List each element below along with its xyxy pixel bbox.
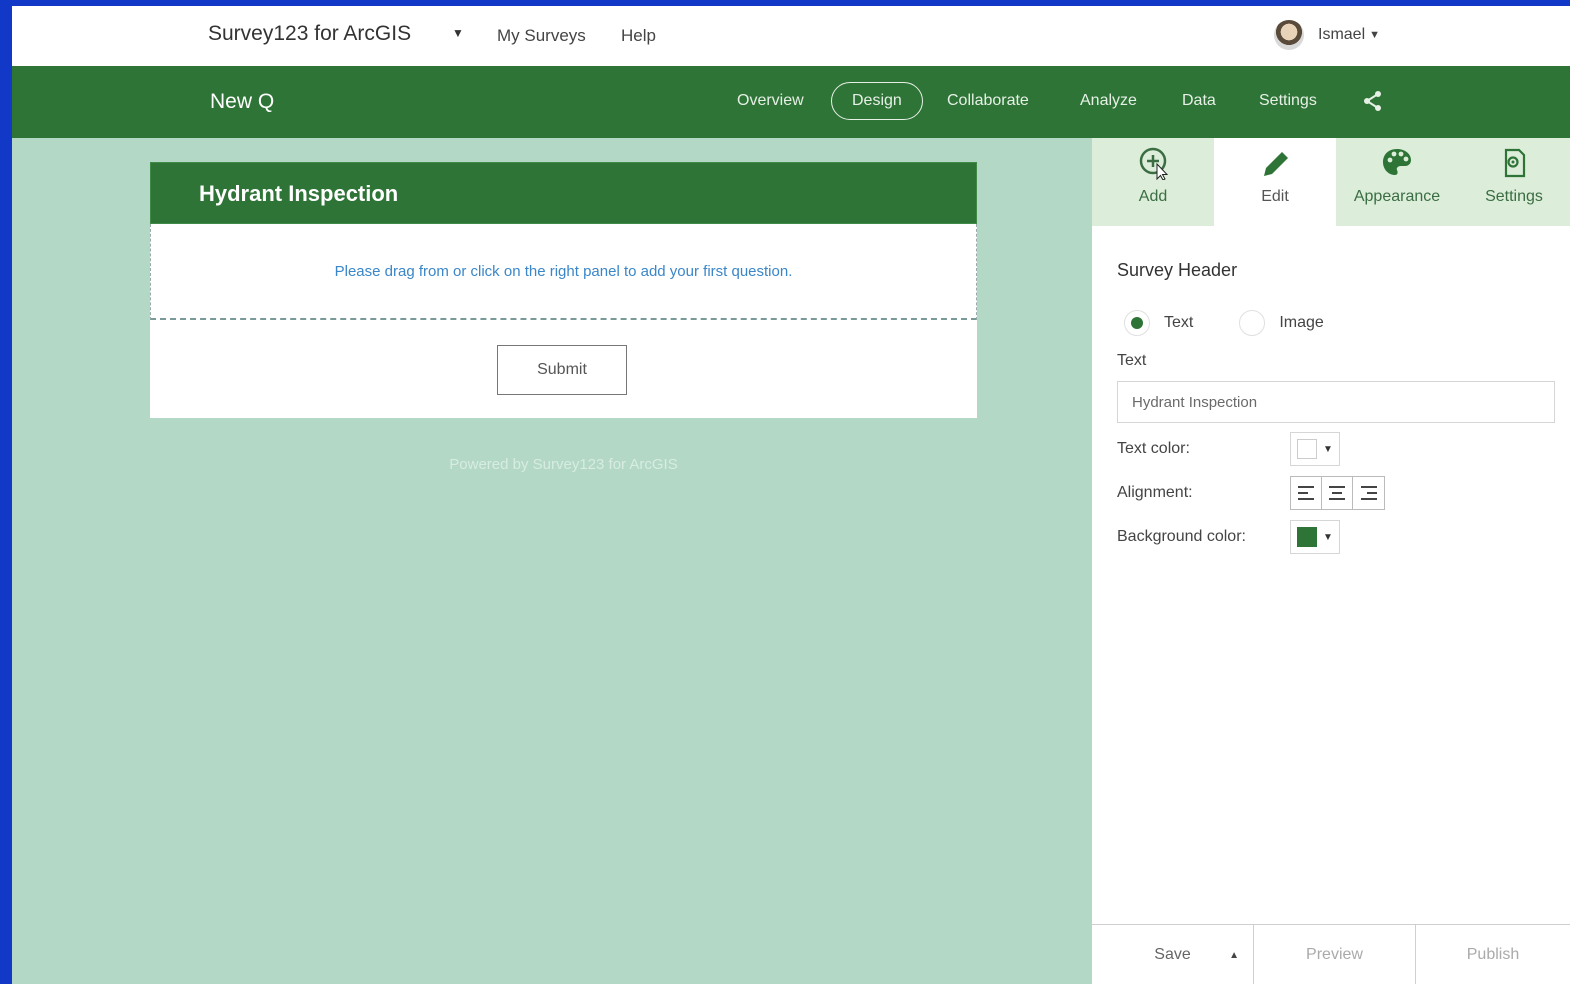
add-circle-icon bbox=[1139, 147, 1169, 180]
align-right-button[interactable] bbox=[1353, 477, 1384, 509]
radio-text-label: Text bbox=[1164, 314, 1194, 331]
submit-button[interactable]: Submit bbox=[497, 345, 627, 395]
share-icon[interactable] bbox=[1362, 90, 1384, 112]
text-field-label: Text bbox=[1117, 352, 1147, 369]
chevron-up-icon[interactable]: ▲ bbox=[1229, 950, 1239, 961]
publish-button[interactable]: Publish bbox=[1416, 925, 1570, 984]
panel-tab-appearance[interactable]: Appearance bbox=[1336, 138, 1458, 226]
chevron-down-icon: ▼ bbox=[1323, 531, 1333, 543]
powered-by-text: Powered by Survey123 for ArcGIS bbox=[449, 456, 678, 473]
align-left-icon bbox=[1298, 486, 1314, 500]
tab-analyze[interactable]: Analyze bbox=[1080, 92, 1137, 110]
nav-help[interactable]: Help bbox=[621, 26, 656, 46]
text-color-label: Text color: bbox=[1117, 440, 1190, 457]
radio-image-label: Image bbox=[1279, 314, 1324, 331]
preview-button[interactable]: Preview bbox=[1254, 925, 1416, 984]
palette-icon bbox=[1383, 149, 1411, 175]
tab-data[interactable]: Data bbox=[1182, 92, 1216, 110]
panel-tab-edit[interactable]: Edit bbox=[1214, 138, 1336, 226]
background-color-label: Background color: bbox=[1117, 528, 1246, 545]
tab-collaborate[interactable]: Collaborate bbox=[947, 92, 1029, 110]
app-title[interactable]: Survey123 for ArcGIS bbox=[208, 22, 411, 46]
nav-my-surveys[interactable]: My Surveys bbox=[497, 26, 586, 46]
survey-header-title: Hydrant Inspection bbox=[199, 181, 399, 206]
background-color-picker[interactable]: ▼ bbox=[1290, 520, 1340, 554]
pencil-icon bbox=[1264, 152, 1288, 176]
tab-design[interactable]: Design bbox=[831, 82, 923, 120]
panel-tab-appearance-label: Appearance bbox=[1353, 188, 1441, 205]
alignment-label: Alignment: bbox=[1117, 484, 1193, 501]
align-center-button[interactable] bbox=[1322, 477, 1353, 509]
survey-nav-bar: New Q Overview Design Collaborate Analyz… bbox=[12, 66, 1570, 138]
radio-text[interactable] bbox=[1124, 310, 1150, 336]
user-menu[interactable]: Ismael ▼ bbox=[1274, 20, 1380, 50]
survey-body: Please drag from or click on the right p… bbox=[150, 224, 977, 418]
radio-image[interactable] bbox=[1239, 310, 1266, 336]
tab-overview[interactable]: Overview bbox=[737, 92, 804, 110]
header-type-radio-group: Text Image bbox=[1124, 310, 1324, 336]
panel-tab-add[interactable]: Add bbox=[1092, 138, 1214, 226]
user-caret-icon: ▼ bbox=[1369, 29, 1381, 41]
align-left-button[interactable] bbox=[1291, 477, 1322, 509]
chevron-down-icon: ▼ bbox=[1323, 443, 1333, 455]
text-color-swatch bbox=[1297, 439, 1317, 459]
dropzone-hint: Please drag from or click on the right p… bbox=[334, 262, 793, 280]
survey-header[interactable]: Hydrant Inspection bbox=[150, 162, 977, 224]
panel-tab-add-label: Add bbox=[1138, 188, 1168, 205]
background-color-swatch bbox=[1297, 527, 1317, 547]
align-center-icon bbox=[1329, 486, 1345, 500]
survey-name: New Q bbox=[210, 90, 275, 113]
app-switcher-caret-icon[interactable]: ▼ bbox=[452, 26, 464, 40]
panel-footer: Save ▲ Preview Publish bbox=[1092, 924, 1570, 984]
save-button[interactable]: Save ▲ bbox=[1092, 925, 1254, 984]
align-right-icon bbox=[1360, 486, 1377, 500]
app-window: Survey123 for ArcGIS ▼ My Surveys Help I… bbox=[12, 6, 1570, 984]
section-title: Survey Header bbox=[1117, 260, 1238, 280]
panel-tab-edit-label: Edit bbox=[1261, 188, 1289, 205]
question-dropzone[interactable]: Please drag from or click on the right p… bbox=[150, 224, 977, 320]
save-label: Save bbox=[1154, 946, 1191, 963]
tab-settings[interactable]: Settings bbox=[1259, 92, 1317, 110]
radio-selected-dot bbox=[1131, 317, 1143, 329]
text-color-picker[interactable]: ▼ bbox=[1290, 432, 1340, 466]
top-bar: Survey123 for ArcGIS ▼ My Surveys Help I… bbox=[12, 6, 1570, 66]
settings-document-icon bbox=[1504, 148, 1526, 178]
panel-tabs: Add Edit Appearance Settings bbox=[1092, 138, 1570, 226]
avatar bbox=[1274, 20, 1304, 50]
alignment-buttons bbox=[1290, 476, 1385, 510]
header-text-input[interactable] bbox=[1117, 381, 1555, 423]
panel-tab-settings[interactable]: Settings bbox=[1458, 138, 1570, 226]
user-name: Ismael bbox=[1318, 26, 1366, 43]
panel-tab-settings-label: Settings bbox=[1485, 188, 1543, 205]
design-panel: Add Edit Appearance Settings Survey Head… bbox=[1092, 138, 1570, 984]
